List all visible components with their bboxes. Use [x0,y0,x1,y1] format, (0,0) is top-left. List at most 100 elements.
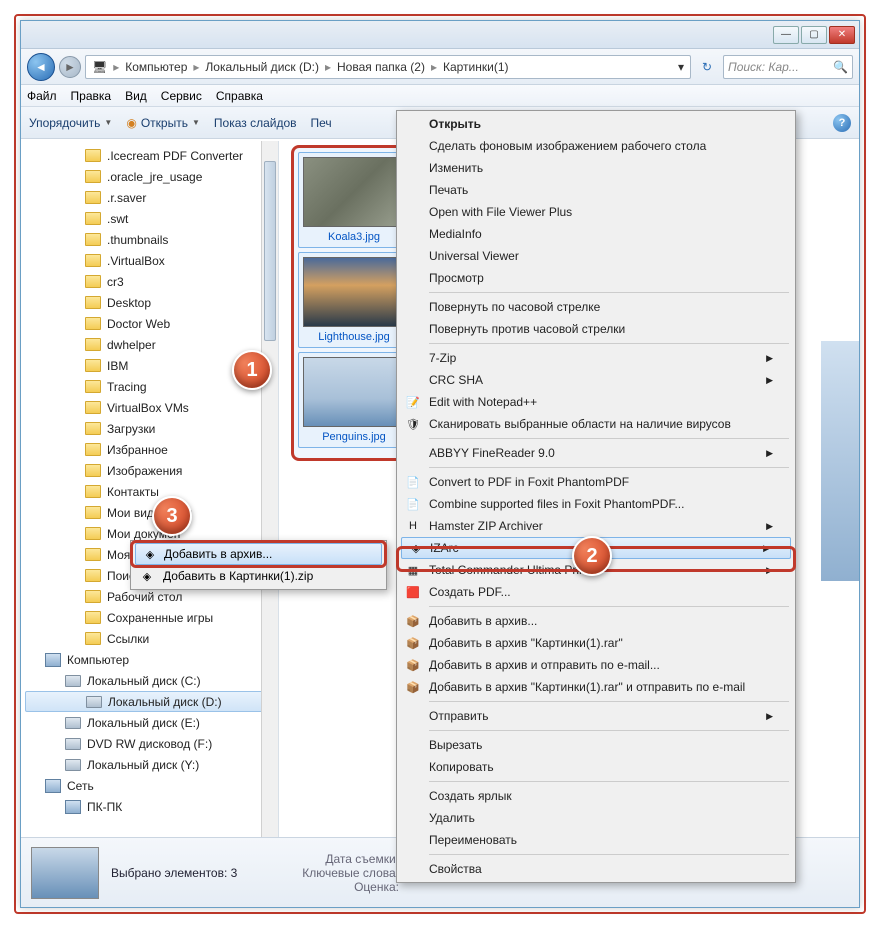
menu-file[interactable]: Файл [27,89,57,103]
tree-item[interactable]: .thumbnails [21,229,278,250]
separator [429,730,789,731]
breadcrumb[interactable]: 🖥 ▸ Компьютер ▸ Локальный диск (D:) ▸ Но… [85,55,691,79]
computer-icon: 🖥 [90,60,109,74]
izarc-submenu[interactable]: ◈Добавить в архив...◈Добавить в Картинки… [130,540,387,590]
context-menu-item[interactable]: Копировать [399,756,793,778]
open-button[interactable]: ◉ Открыть▼ [126,116,200,130]
context-menu-item[interactable]: Вырезать [399,734,793,756]
menu-item-icon: 🛡 [405,416,421,432]
tree-item[interactable]: .r.saver [21,187,278,208]
context-menu-item[interactable]: ABBYY FineReader 9.0▶ [399,442,793,464]
tree-item[interactable]: .oracle_jre_usage [21,166,278,187]
context-menu-item[interactable]: Open with File Viewer Plus [399,201,793,223]
maximize-button[interactable]: ▢ [801,26,827,44]
context-menu-item[interactable]: Universal Viewer [399,245,793,267]
tree-label: Контакты [107,485,159,499]
print-button[interactable]: Печ [311,116,332,130]
tree-item[interactable]: .Icecream PDF Converter [21,145,278,166]
context-menu-item[interactable]: 🛡Сканировать выбранные области на наличи… [399,413,793,435]
context-menu-item[interactable]: Просмотр [399,267,793,289]
tree-item[interactable]: Локальный диск (D:) [25,691,274,712]
tree-item[interactable]: Ссылки [21,628,278,649]
context-menu-item[interactable]: Переименовать [399,829,793,851]
tree-item[interactable]: .swt [21,208,278,229]
context-menu-item[interactable]: 📄Combine supported files in Foxit Phanto… [399,493,793,515]
tree-item[interactable]: Локальный диск (C:) [21,670,278,691]
context-menu-item[interactable]: Удалить [399,807,793,829]
crumb-current[interactable]: Картинки(1) [441,60,511,74]
context-menu-item[interactable]: Свойства [399,858,793,880]
tree-item[interactable]: Компьютер [21,649,278,670]
tree-item[interactable]: Сеть [21,775,278,796]
navigation-tree[interactable]: .Icecream PDF Converter.oracle_jre_usage… [21,141,279,837]
status-thumbnail [31,847,99,899]
file-thumb[interactable]: Koala3.jpg [298,152,410,248]
context-menu-item[interactable]: MediaInfo [399,223,793,245]
slideshow-button[interactable]: Показ слайдов [214,116,297,130]
organize-button[interactable]: Упорядочить▼ [29,116,112,130]
close-button[interactable]: ✕ [829,26,855,44]
crumb-computer[interactable]: Компьютер [123,60,189,74]
tree-item[interactable]: Doctor Web [21,313,278,334]
search-placeholder: Поиск: Кар... [728,60,799,74]
menu-tools[interactable]: Сервис [161,89,202,103]
comp-icon [65,800,81,814]
search-icon[interactable]: 🔍 [833,60,848,74]
context-menu-item[interactable]: Создать ярлык [399,785,793,807]
context-menu-item[interactable]: 📦Добавить в архив "Картинки(1).rar" и от… [399,676,793,698]
tree-item[interactable]: Desktop [21,292,278,313]
context-menu-item[interactable]: Изменить [399,157,793,179]
menu-help[interactable]: Справка [216,89,263,103]
tree-item[interactable]: Контакты [21,481,278,502]
context-menu-item[interactable]: Повернуть против часовой стрелки [399,318,793,340]
file-thumb[interactable]: Penguins.jpg [298,352,410,448]
tree-item[interactable]: DVD RW дисковод (F:) [21,733,278,754]
nav-back-button[interactable]: ◄ [27,53,55,81]
tree-item[interactable]: Локальный диск (E:) [21,712,278,733]
refresh-button[interactable]: ↻ [695,55,719,79]
tree-item[interactable]: Избранное [21,439,278,460]
scrollbar[interactable] [261,141,278,837]
chevron-down-icon[interactable]: ▾ [676,60,686,74]
context-menu-item[interactable]: Повернуть по часовой стрелке [399,296,793,318]
help-icon[interactable]: ? [833,114,851,132]
tree-item[interactable]: Локальный диск (Y:) [21,754,278,775]
tree-item[interactable]: Загрузки [21,418,278,439]
context-menu-item[interactable]: HHamster ZIP Archiver▶ [399,515,793,537]
crumb-folder[interactable]: Новая папка (2) [335,60,427,74]
tree-item[interactable]: dwhelper [21,334,278,355]
tree-item[interactable]: ПК-ПК [21,796,278,817]
submenu-item[interactable]: ◈Добавить в Картинки(1).zip [133,565,384,587]
menu-item-label: Повернуть по часовой стрелке [429,300,600,314]
context-menu-item[interactable]: 7-Zip▶ [399,347,793,369]
submenu-item[interactable]: ◈Добавить в архив... [135,543,382,565]
scroll-thumb[interactable] [264,161,276,341]
tree-label: Рабочий стол [107,590,182,604]
context-menu-item[interactable]: 📝Edit with Notepad++ [399,391,793,413]
context-menu-item[interactable]: 📦Добавить в архив и отправить по e-mail.… [399,654,793,676]
tree-label: dwhelper [107,338,156,352]
file-thumb[interactable]: Lighthouse.jpg [298,252,410,348]
context-menu-item[interactable]: 📄Convert to PDF in Foxit PhantomPDF [399,471,793,493]
menu-edit[interactable]: Правка [71,89,112,103]
search-box[interactable]: Поиск: Кар... 🔍 [723,55,853,79]
tree-item[interactable]: .VirtualBox [21,250,278,271]
crumb-drive-d[interactable]: Локальный диск (D:) [203,60,321,74]
tree-item[interactable]: Сохраненные игры [21,607,278,628]
context-menu-item[interactable]: 🟥Создать PDF... [399,581,793,603]
context-menu[interactable]: ОткрытьСделать фоновым изображением рабо… [396,110,796,883]
context-menu-item[interactable]: Печать [399,179,793,201]
minimize-button[interactable]: — [773,26,799,44]
context-menu-item[interactable]: 📦Добавить в архив... [399,610,793,632]
context-menu-item[interactable]: Сделать фоновым изображением рабочего ст… [399,135,793,157]
context-menu-item[interactable]: CRC SHA▶ [399,369,793,391]
tree-item[interactable]: Изображения [21,460,278,481]
tree-item[interactable]: VirtualBox VMs [21,397,278,418]
nav-forward-button[interactable]: ► [59,56,81,78]
menu-view[interactable]: Вид [125,89,147,103]
context-menu-item[interactable]: 📦Добавить в архив "Картинки(1).rar" [399,632,793,654]
context-menu-item[interactable]: Отправить▶ [399,705,793,727]
context-menu-item[interactable]: Открыть [399,113,793,135]
tree-item[interactable]: cr3 [21,271,278,292]
tree-item[interactable]: Мои видеозапи [21,502,278,523]
